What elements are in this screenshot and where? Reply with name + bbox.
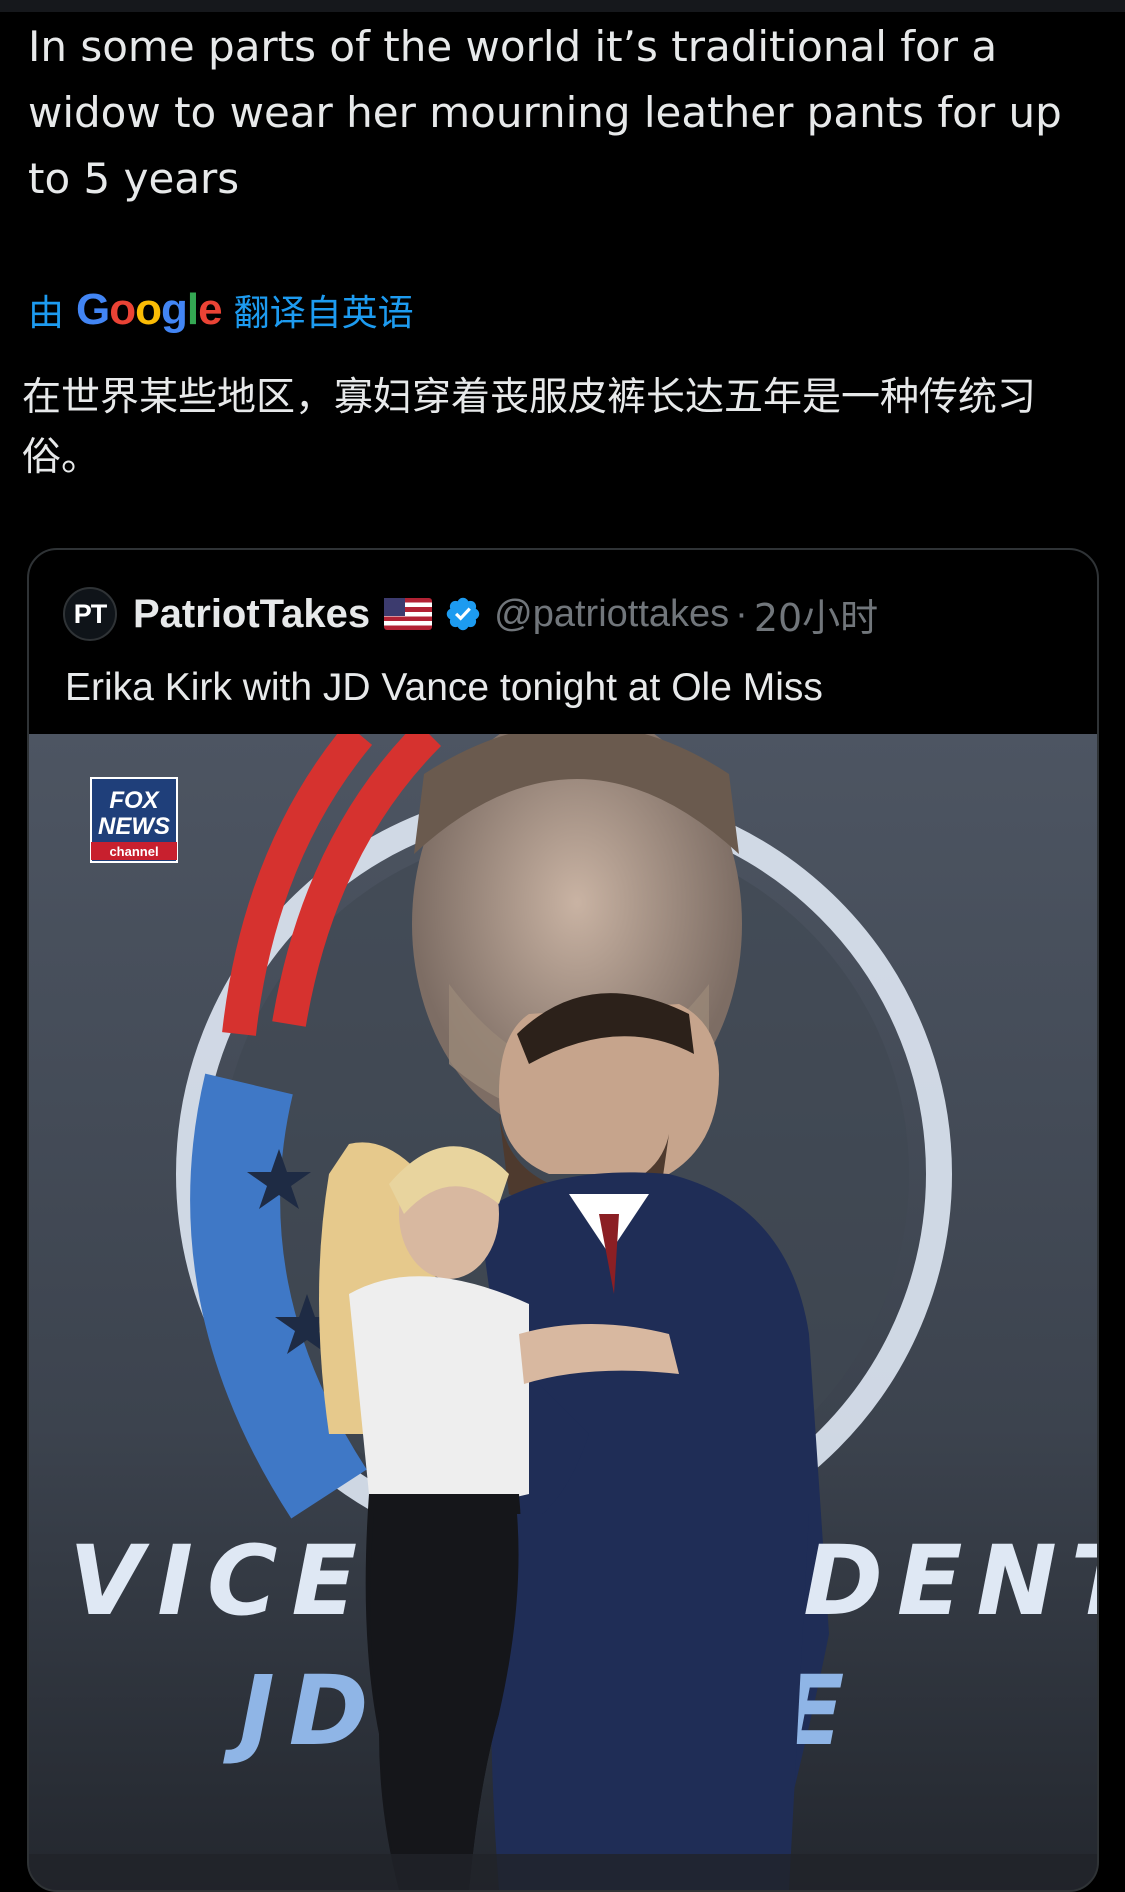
svg-text:channel: channel bbox=[109, 844, 158, 859]
handle[interactable]: @patriottakes bbox=[494, 593, 729, 636]
us-flag-icon bbox=[384, 598, 433, 630]
translation-prefix: 由 bbox=[28, 293, 65, 334]
quoted-tweet-card[interactable]: PT PatriotTakes @patriottakes · 20小时 Eri… bbox=[27, 548, 1099, 1892]
fox-news-logo: FOX NEWS channel bbox=[90, 777, 178, 863]
tweet-text: In some parts of the world it’s traditio… bbox=[28, 22, 1062, 203]
separator-dot: · bbox=[735, 592, 748, 635]
svg-text:NEWS: NEWS bbox=[98, 813, 170, 840]
translated-text: 在世界某些地区，寡妇穿着丧服皮裤长达五年是一种传统习俗。 bbox=[22, 375, 1037, 480]
google-logo: Google bbox=[76, 285, 223, 334]
display-name[interactable]: PatriotTakes bbox=[133, 592, 370, 637]
translation-attribution[interactable]: 由 Google 翻译自英语 bbox=[28, 282, 414, 338]
avatar[interactable]: PT bbox=[63, 587, 117, 641]
quoted-tweet-text: Erika Kirk with JD Vance tonight at Ole … bbox=[65, 666, 823, 709]
top-divider bbox=[0, 0, 1125, 12]
translation-suffix: 翻译自英语 bbox=[233, 293, 414, 334]
timestamp[interactable]: 20小时 bbox=[754, 587, 878, 642]
quoted-tweet-header: PT PatriotTakes @patriottakes · 20小时 bbox=[63, 586, 878, 642]
tweet-photo[interactable]: FOX NEWS channel VICE PRESIDENT JD bbox=[29, 734, 1097, 1890]
verified-badge-icon bbox=[446, 597, 480, 631]
photo-illustration: FOX NEWS channel VICE PRESIDENT JD bbox=[29, 734, 1097, 1890]
svg-text:FOX: FOX bbox=[109, 787, 160, 814]
